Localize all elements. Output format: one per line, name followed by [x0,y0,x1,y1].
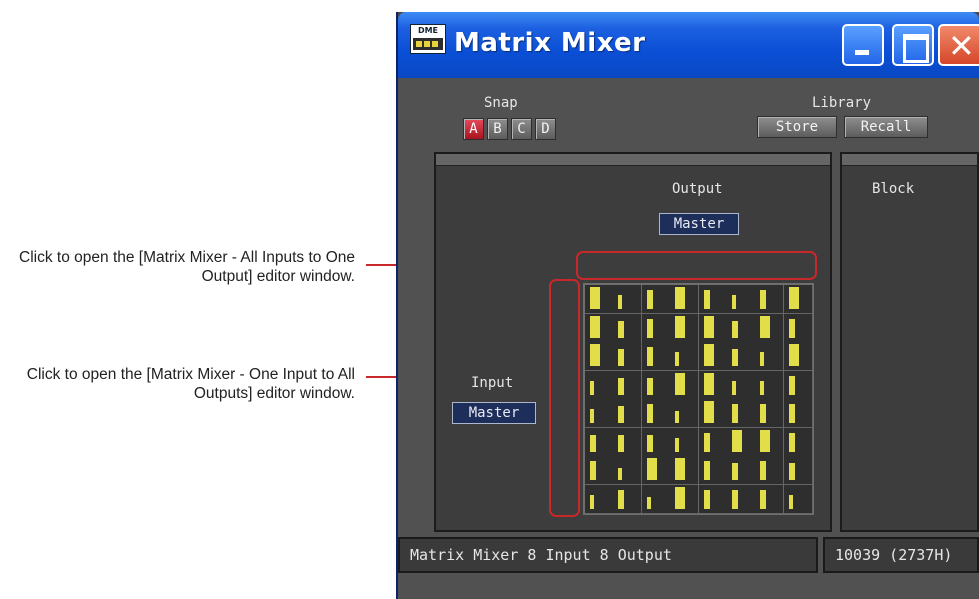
matrix-cell[interactable] [783,427,813,457]
matrix-cell[interactable] [727,456,756,485]
matrix-cell[interactable] [783,342,813,371]
matrix-cell[interactable] [585,456,614,485]
snap-button-d[interactable]: D [535,118,556,140]
matrix-cell[interactable] [670,427,700,457]
matrix-cell[interactable] [755,427,785,457]
matrix-grid [583,283,814,515]
matrix-cell[interactable] [783,484,813,514]
matrix-cell[interactable] [727,484,756,514]
matrix-cell[interactable] [585,484,614,514]
matrix-cell[interactable] [613,484,643,514]
matrix-cell[interactable] [783,456,813,485]
matrix-cell[interactable] [727,285,756,314]
matrix-cell[interactable] [727,370,756,400]
matrix-cell[interactable] [641,456,671,485]
matrix-cell[interactable] [641,313,671,343]
input-buttons-highlight [549,279,580,517]
matrix-cell[interactable] [613,342,643,371]
matrix-cell[interactable] [613,456,643,485]
matrix-cell[interactable] [670,399,700,428]
matrix-cell[interactable] [585,427,614,457]
matrix-cell[interactable] [613,313,643,343]
matrix-cell[interactable] [755,456,785,485]
matrix-cell[interactable] [613,399,643,428]
snap-button-b[interactable]: B [487,118,508,140]
recall-button[interactable]: Recall [844,116,928,138]
store-button[interactable]: Store [757,116,837,138]
matrix-cell[interactable] [755,399,785,428]
status-bar-right: 10039 (2737H) [823,537,979,573]
matrix-cell[interactable] [670,456,700,485]
matrix-cell[interactable] [641,399,671,428]
matrix-cell[interactable] [755,370,785,400]
matrix-cell[interactable] [727,313,756,343]
matrix-cell[interactable] [670,342,700,371]
matrix-cell[interactable] [698,427,728,457]
snap-button-a[interactable]: A [463,118,484,140]
status-bar-left: Matrix Mixer 8 Input 8 Output [398,537,818,573]
matrix-cell[interactable] [670,370,700,400]
matrix-cell[interactable] [670,313,700,343]
matrix-cell[interactable] [698,285,728,314]
matrix-cell[interactable] [613,427,643,457]
matrix-cell[interactable] [641,285,671,314]
matrix-cell[interactable] [641,427,671,457]
matrix-cell[interactable] [670,285,700,314]
matrix-cell[interactable] [670,484,700,514]
matrix-cell[interactable] [585,342,614,371]
input-label: Input [471,375,514,391]
matrix-cell[interactable] [698,456,728,485]
library-label: Library [812,95,872,111]
matrix-cell[interactable] [613,285,643,314]
matrix-cell[interactable] [698,399,728,428]
matrix-cell[interactable] [783,399,813,428]
matrix-cell[interactable] [641,342,671,371]
matrix-cell[interactable] [727,342,756,371]
output-master-button[interactable]: Master [659,213,739,235]
matrix-cell[interactable] [585,399,614,428]
matrix-cell[interactable] [698,370,728,400]
matrix-cell[interactable] [755,484,785,514]
matrix-cell[interactable] [783,285,813,314]
output-label: Output [672,181,723,197]
input-master-button[interactable]: Master [452,402,536,424]
block-label: Block [872,181,915,197]
matrix-cell[interactable] [585,313,614,343]
matrix-cell[interactable] [585,370,614,400]
matrix-cell[interactable] [698,313,728,343]
matrix-cell[interactable] [727,399,756,428]
snap-label: Snap [484,95,518,111]
matrix-cell[interactable] [755,313,785,343]
matrix-cell[interactable] [641,370,671,400]
matrix-cell[interactable] [698,342,728,371]
snap-button-c[interactable]: C [511,118,532,140]
matrix-cell[interactable] [783,370,813,400]
matrix-cell[interactable] [585,285,614,314]
matrix-cell[interactable] [783,313,813,343]
matrix-cell[interactable] [727,427,756,457]
matrix-cell[interactable] [698,484,728,514]
matrix-cell[interactable] [755,342,785,371]
output-buttons-highlight [576,251,817,280]
block-panel [840,152,979,532]
matrix-cell[interactable] [755,285,785,314]
matrix-cell[interactable] [641,484,671,514]
matrix-cell[interactable] [613,370,643,400]
